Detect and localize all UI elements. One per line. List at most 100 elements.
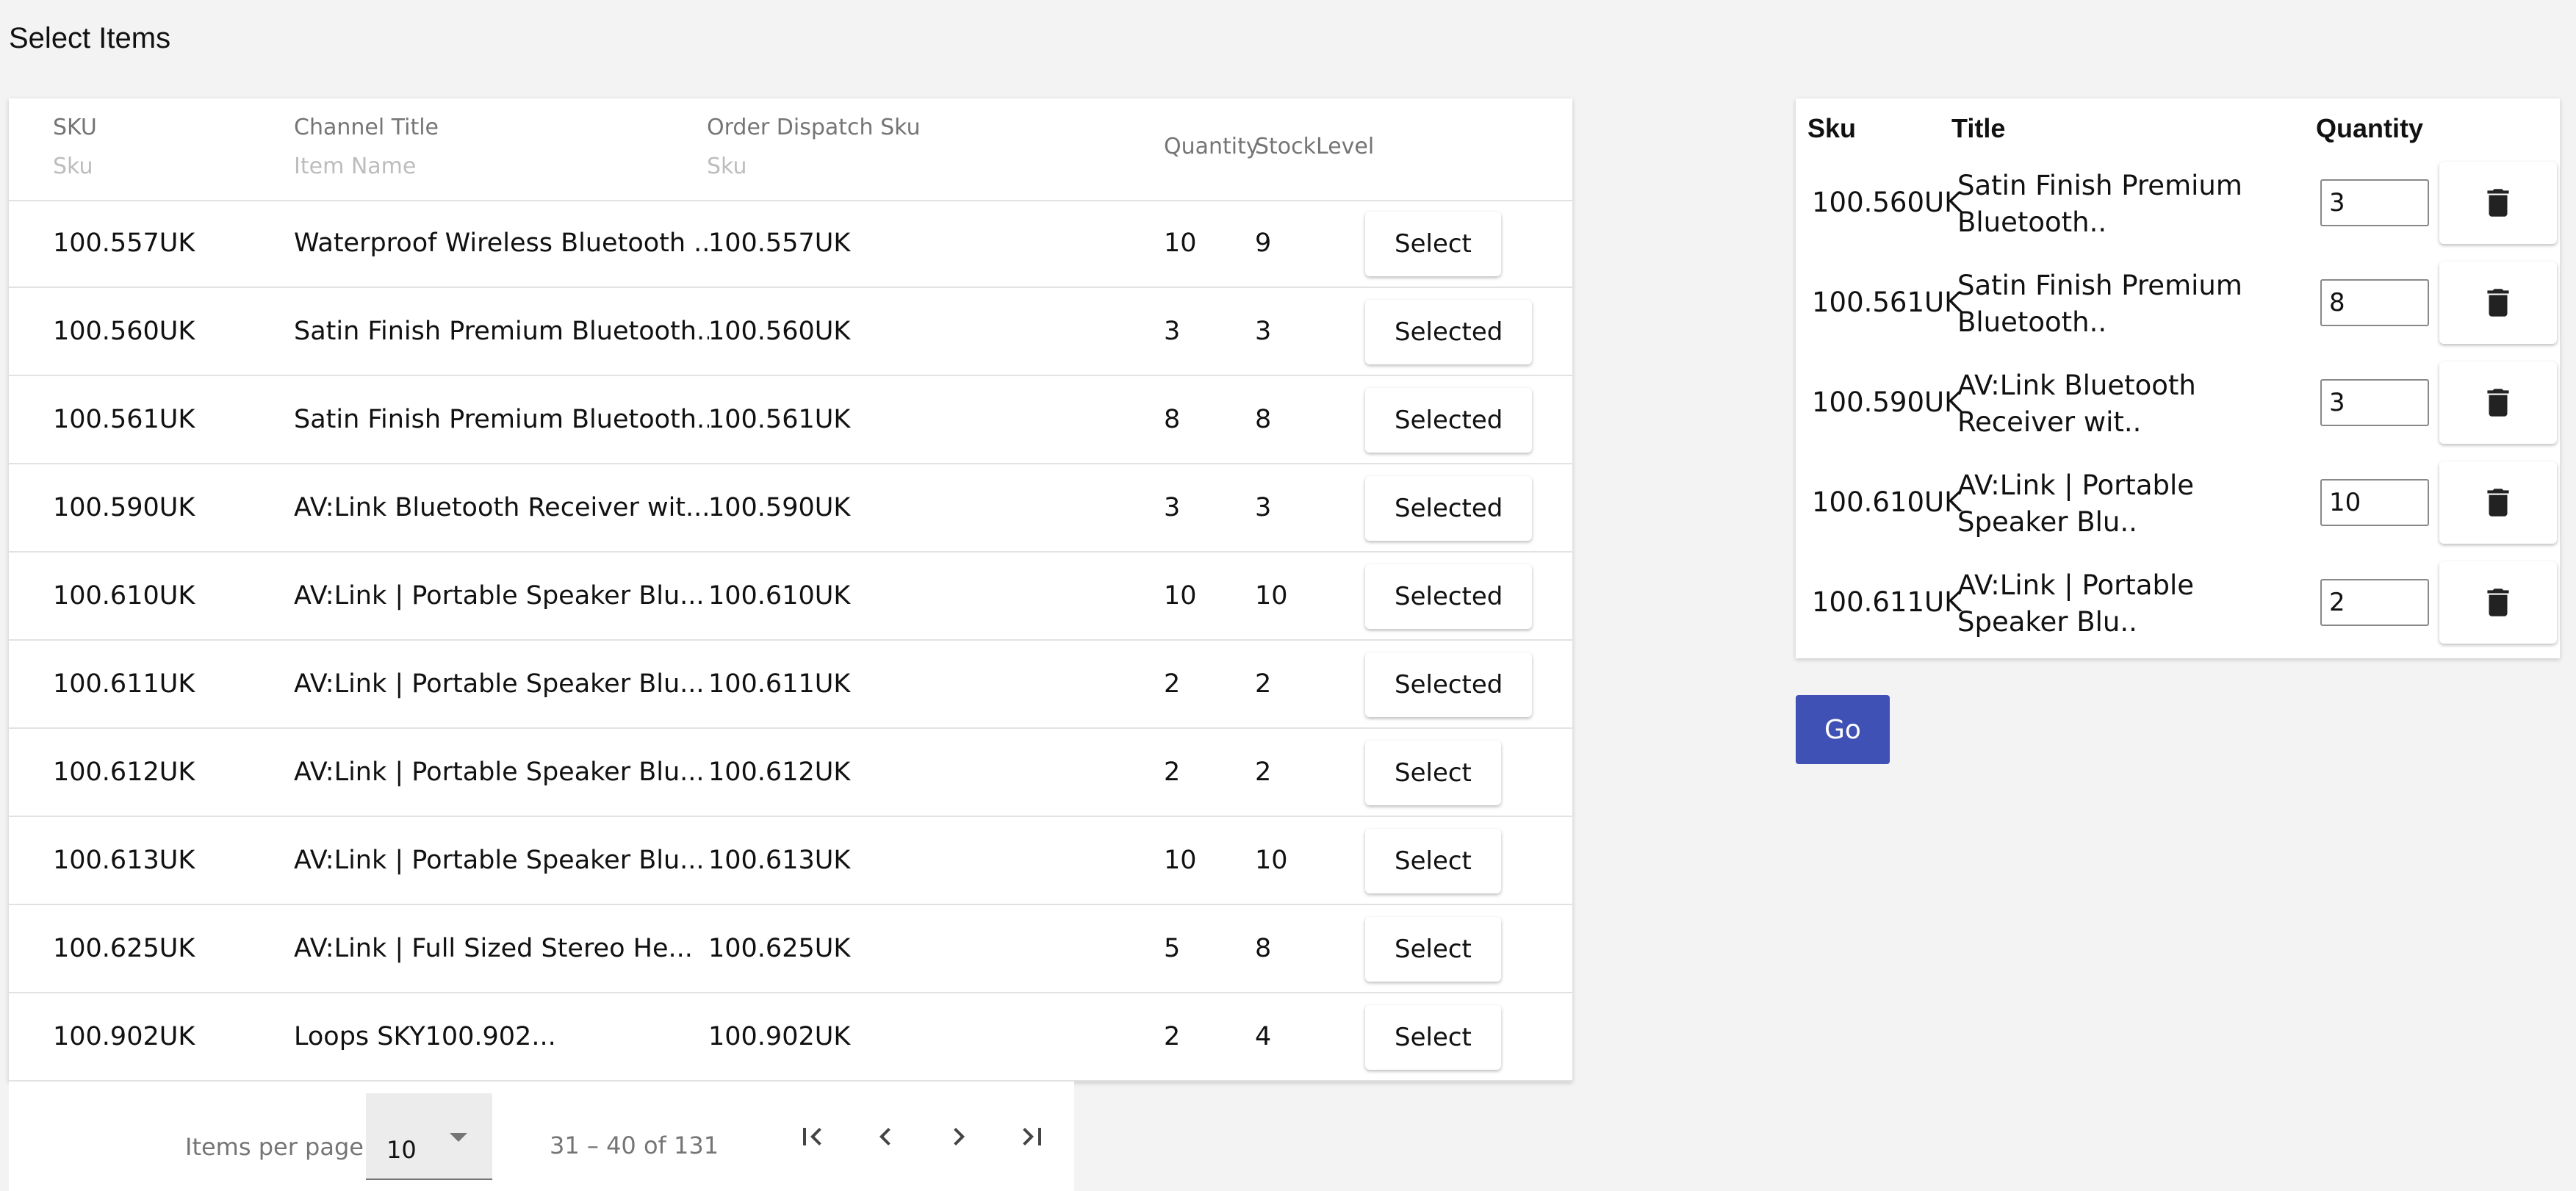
table-row: 100.902UK Loops SKY100.902... 100.902UK 2 4 S…: [9, 993, 1572, 1082]
delete-button[interactable]: [2439, 162, 2557, 244]
row-quantity: 3: [1164, 493, 1181, 522]
header-sku-label: SKU: [53, 115, 97, 140]
selected-row: 100.560UK Satin Finish Premium Bluetooth.…: [1796, 153, 2560, 253]
selected-button[interactable]: Selected: [1365, 300, 1533, 364]
row-stock-level: 8: [1255, 405, 1272, 434]
selected-row-title: Satin Finish Premium Bluetooth..: [1957, 270, 2242, 338]
row-sku: 100.560UK: [53, 317, 195, 346]
row-channel-title: Satin Finish Premium Bluetooth...: [294, 317, 709, 346]
delete-button[interactable]: [2439, 561, 2557, 644]
row-dispatch-sku: 100.561UK: [708, 405, 851, 434]
table-row: 100.560UK Satin Finish Premium Bluetooth.…: [9, 288, 1572, 376]
trash-icon: [2487, 289, 2509, 317]
quantity-input[interactable]: [2320, 279, 2429, 326]
delete-button[interactable]: [2439, 361, 2557, 444]
chevron-right-icon: [954, 1128, 965, 1145]
row-dispatch-sku: 100.610UK: [708, 581, 851, 611]
selected-button[interactable]: Selected: [1365, 388, 1533, 453]
header-channel-title[interactable]: Channel Title Item Name: [294, 115, 439, 179]
table-row: 100.610UK AV:Link | Portable Speaker Blu.…: [9, 553, 1572, 641]
quantity-input[interactable]: [2320, 579, 2429, 626]
header-stock-level[interactable]: StockLevel: [1255, 134, 1374, 159]
row-channel-title: AV:Link | Portable Speaker Blu...: [294, 846, 705, 875]
row-channel-title: Waterproof Wireless Bluetooth ...: [294, 229, 709, 258]
chevron-left-icon: [879, 1128, 891, 1145]
selected-row-title: AV:Link | Portable Speaker Blu..: [1957, 469, 2195, 538]
row-sku: 100.612UK: [53, 758, 195, 787]
row-quantity: 10: [1164, 846, 1197, 875]
row-dispatch-sku: 100.902UK: [708, 1022, 851, 1051]
row-channel-title: Satin Finish Premium Bluetooth...: [294, 405, 709, 434]
caret-down-icon: [450, 1133, 467, 1142]
row-stock-level: 3: [1255, 493, 1272, 522]
selected-row: 100.590UK AV:Link Bluetooth Receiver wit.…: [1796, 353, 2560, 453]
row-sku: 100.902UK: [53, 1022, 195, 1051]
row-quantity: 3: [1164, 317, 1181, 346]
row-dispatch-sku: 100.590UK: [708, 493, 851, 522]
items-per-page-value: 10: [386, 1136, 417, 1164]
selected-button[interactable]: Selected: [1365, 564, 1533, 629]
row-sku: 100.611UK: [53, 669, 195, 699]
go-button[interactable]: Go: [1796, 695, 1890, 764]
row-dispatch-sku: 100.557UK: [708, 229, 851, 258]
previous-page-button[interactable]: [860, 1111, 911, 1162]
select-button[interactable]: Select: [1365, 212, 1501, 276]
row-stock-level: 4: [1255, 1022, 1272, 1051]
items-table-header: SKU Sku Channel Title Item Name Order Di…: [9, 98, 1572, 201]
page-range-label: 31 – 40 of 131: [550, 1131, 719, 1159]
row-sku: 100.613UK: [53, 846, 195, 875]
select-button[interactable]: Select: [1365, 917, 1501, 982]
header-channel-title-label: Channel Title: [294, 115, 439, 140]
select-button[interactable]: Select: [1365, 741, 1501, 805]
next-page-button[interactable]: [933, 1111, 985, 1162]
select-button[interactable]: Select: [1365, 829, 1501, 893]
row-stock-level: 10: [1255, 581, 1288, 611]
row-channel-title: AV:Link | Portable Speaker Blu...: [294, 758, 705, 787]
row-quantity: 10: [1164, 229, 1197, 258]
table-row: 100.590UK AV:Link Bluetooth Receiver wit.…: [9, 464, 1572, 553]
trash-icon: [2487, 389, 2509, 417]
row-dispatch-sku: 100.612UK: [708, 758, 851, 787]
row-dispatch-sku: 100.625UK: [708, 934, 851, 963]
selected-items-table: Sku Title Quantity 100.560UK Satin Finish…: [1796, 98, 2560, 658]
quantity-input[interactable]: [2320, 379, 2429, 426]
delete-button[interactable]: [2439, 461, 2557, 544]
last-page-button[interactable]: [1007, 1111, 1058, 1162]
header-order-dispatch-sku[interactable]: Order Dispatch Sku Sku: [707, 115, 921, 179]
selected-row: 100.611UK AV:Link | Portable Speaker Blu.…: [1796, 553, 2560, 652]
selected-row-title: AV:Link Bluetooth Receiver wit..: [1957, 370, 2196, 438]
selected-row: 100.610UK AV:Link | Portable Speaker Blu.…: [1796, 453, 2560, 553]
header-sku[interactable]: SKU Sku: [53, 115, 97, 179]
table-row: 100.561UK Satin Finish Premium Bluetooth.…: [9, 376, 1572, 464]
row-dispatch-sku: 100.560UK: [708, 317, 851, 346]
quantity-input[interactable]: [2320, 179, 2429, 226]
row-quantity: 8: [1164, 405, 1181, 434]
row-sku: 100.590UK: [53, 493, 195, 522]
header-quantity[interactable]: Quantity: [1164, 134, 1259, 159]
selected-button[interactable]: Selected: [1365, 652, 1533, 717]
selected-row-title: Satin Finish Premium Bluetooth..: [1957, 170, 2242, 238]
first-page-button[interactable]: [786, 1111, 838, 1162]
delete-button[interactable]: [2439, 262, 2557, 344]
selected-header-sku: Sku: [1807, 113, 1857, 143]
page-title: Select Items: [9, 22, 171, 54]
selected-header-quantity: Quantity: [2316, 113, 2424, 143]
table-row: 100.612UK AV:Link | Portable Speaker Blu.…: [9, 729, 1572, 817]
quantity-input[interactable]: [2320, 479, 2429, 526]
row-sku: 100.610UK: [53, 581, 195, 611]
trash-icon: [2487, 589, 2509, 616]
row-sku: 100.557UK: [53, 229, 195, 258]
row-channel-title: AV:Link Bluetooth Receiver wit...: [294, 493, 709, 522]
selected-button[interactable]: Selected: [1365, 476, 1533, 541]
selected-header-title: Title: [1951, 113, 2006, 143]
row-dispatch-sku: 100.611UK: [708, 669, 851, 699]
header-order-dispatch-sku-label: Order Dispatch Sku: [707, 115, 921, 140]
items-per-page-select[interactable]: 10: [366, 1093, 492, 1180]
row-channel-title: Loops SKY100.902...: [294, 1022, 556, 1051]
selected-row-title: AV:Link | Portable Speaker Blu..: [1957, 569, 2195, 638]
select-button[interactable]: Select: [1365, 1005, 1501, 1070]
table-row: 100.611UK AV:Link | Portable Speaker Blu.…: [9, 641, 1572, 729]
row-quantity: 2: [1164, 1022, 1181, 1051]
row-quantity: 10: [1164, 581, 1197, 611]
row-stock-level: 3: [1255, 317, 1272, 346]
